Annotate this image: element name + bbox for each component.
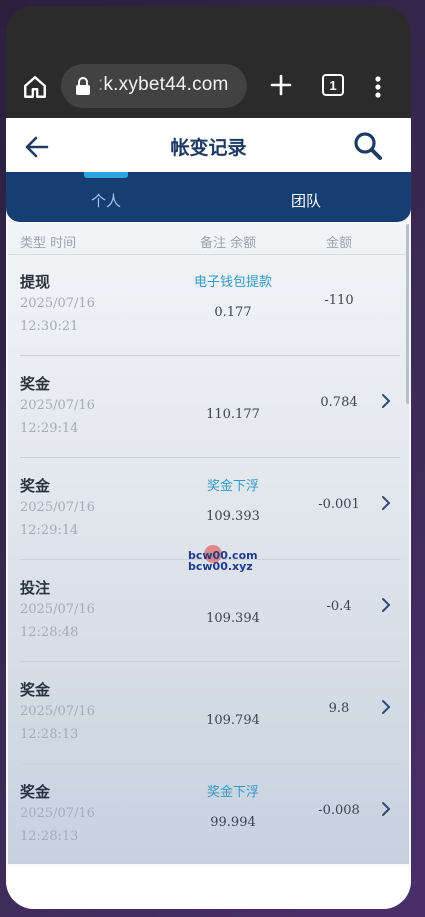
divider	[20, 457, 400, 458]
overflow-menu-icon[interactable]	[370, 72, 386, 102]
column-header-amount: 金额	[326, 236, 353, 251]
record-balance: 99.994	[210, 815, 256, 830]
list-item[interactable]: 奖金 2025/07/16 12:29:14 奖金下浮 109.393 -0.0…	[8, 459, 403, 561]
home-icon[interactable]	[20, 72, 50, 102]
page-title: 帐变记录	[170, 137, 247, 159]
record-date: 2025/07/16	[20, 806, 95, 821]
record-date: 2025/07/16	[20, 602, 95, 617]
search-icon[interactable]	[352, 130, 384, 162]
record-note: 电子钱包提款	[193, 275, 272, 290]
tab-bar: 个人 团队	[6, 172, 411, 222]
record-amount: -0.001	[318, 497, 360, 512]
chevron-right-icon[interactable]	[380, 495, 394, 513]
record-time: 12:29:14	[20, 421, 79, 436]
record-balance: 109.393	[206, 509, 260, 524]
record-type: 奖金	[20, 477, 51, 495]
web-app: 帐变记录 个人 团队 类型 时间 备注 余额 金额 提现 2025/07/16 …	[6, 118, 411, 909]
record-type: 奖金	[20, 783, 51, 801]
record-amount: 9.8	[328, 701, 350, 716]
divider	[20, 661, 400, 662]
list-item[interactable]: 奖金 2025/07/16 12:29:14 110.177 0.784	[8, 357, 403, 459]
record-note: 奖金下浮	[206, 785, 259, 800]
divider	[20, 763, 400, 764]
page-header: 帐变记录	[6, 118, 411, 180]
url-text[interactable]: :k.xybet44.com	[98, 74, 229, 96]
record-time: 12:28:13	[20, 727, 79, 742]
record-date: 2025/07/16	[20, 398, 95, 413]
chevron-right-icon[interactable]	[380, 801, 394, 819]
list-item[interactable]: 奖金 2025/07/16 12:28:13 109.794 9.8	[8, 663, 403, 765]
chevron-right-icon[interactable]	[380, 393, 394, 411]
list-item[interactable]: 投注 2025/07/16 12:28:48 109.394 -0.4	[8, 561, 403, 663]
lock-icon	[74, 76, 92, 96]
record-amount: 0.784	[320, 395, 358, 410]
transaction-list: 类型 时间 备注 余额 金额 提现 2025/07/16 12:30:21 电子…	[8, 224, 409, 864]
record-type: 提现	[20, 273, 51, 291]
column-header-note-balance: 备注 余额	[200, 236, 257, 251]
divider	[20, 355, 400, 356]
record-amount: -0.4	[326, 599, 352, 614]
scrollbar[interactable]	[406, 224, 409, 404]
watermark-line: bcw00.xyz	[188, 560, 253, 573]
record-type: 投注	[20, 579, 51, 597]
watermark: bcw00.com bcw00.xyz	[188, 550, 258, 572]
bottom-bar	[6, 866, 411, 909]
tab-switcher-icon[interactable]: 1	[322, 74, 344, 96]
record-balance: 0.177	[214, 305, 252, 320]
tab-personal[interactable]: 个人	[91, 190, 121, 211]
record-balance: 109.794	[206, 713, 260, 728]
active-tab-indicator	[84, 172, 128, 178]
record-type: 奖金	[20, 375, 51, 393]
record-amount: -110	[324, 293, 354, 308]
record-date: 2025/07/16	[20, 500, 95, 515]
list-item[interactable]: 提现 2025/07/16 12:30:21 电子钱包提款 0.177 -110	[8, 255, 403, 357]
record-balance: 110.177	[206, 407, 260, 422]
record-date: 2025/07/16	[20, 296, 95, 311]
record-date: 2025/07/16	[20, 704, 95, 719]
record-type: 奖金	[20, 681, 51, 699]
tab-team[interactable]: 团队	[291, 190, 321, 211]
record-balance: 109.394	[206, 611, 260, 626]
record-time: 12:29:14	[20, 523, 79, 538]
tab-count: 1	[329, 77, 337, 93]
list-item[interactable]: 奖金 2025/07/16 12:28:13 奖金下浮 99.994 -0.00…	[8, 765, 403, 864]
new-tab-plus-icon[interactable]	[266, 70, 296, 100]
chevron-right-icon[interactable]	[380, 699, 394, 717]
phone-frame: :k.xybet44.com 1 帐变记录 个人 团队 类型 时间 备注 余额	[6, 6, 411, 909]
browser-toolbar: :k.xybet44.com 1	[6, 6, 411, 118]
record-time: 12:28:13	[20, 829, 79, 844]
record-note: 奖金下浮	[206, 479, 259, 494]
record-amount: -0.008	[318, 803, 360, 818]
record-time: 12:28:48	[20, 625, 79, 640]
chevron-right-icon[interactable]	[380, 597, 394, 615]
record-time: 12:30:21	[20, 319, 79, 334]
column-header-type-time: 类型 时间	[20, 236, 77, 251]
